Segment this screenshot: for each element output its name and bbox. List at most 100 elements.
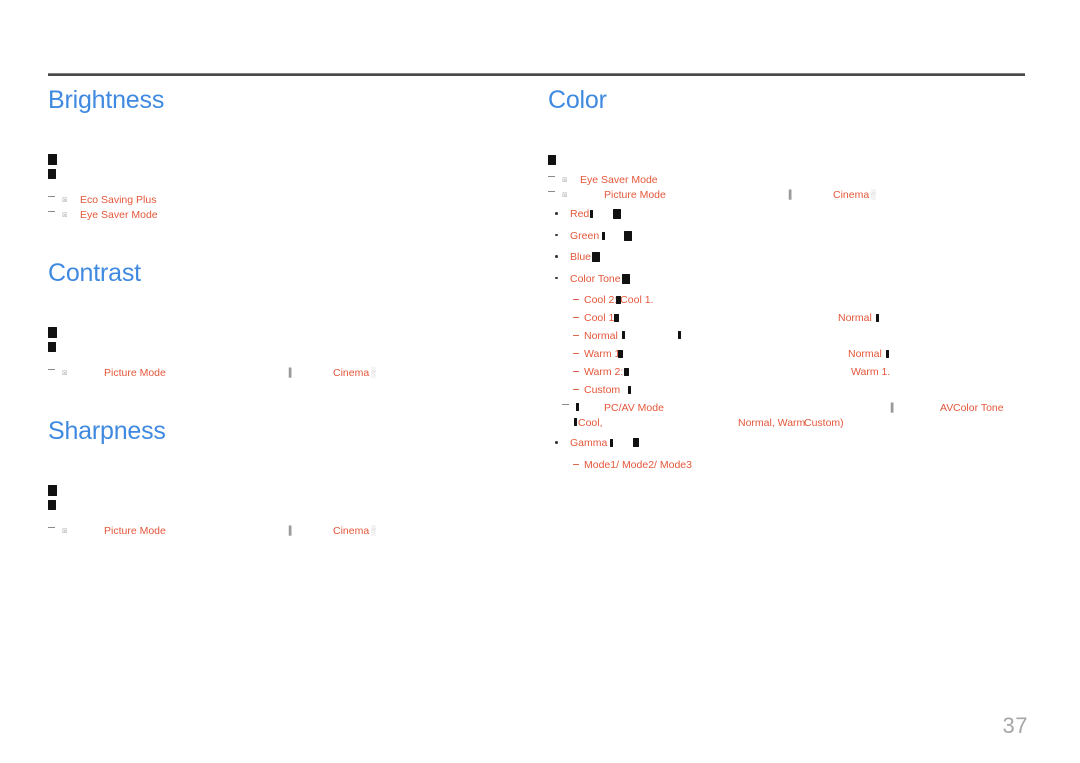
- bullet-icon: [555, 212, 558, 215]
- missing-glyph-icon: [613, 209, 621, 219]
- list-item: ☒ Picture Mode ▐ Cinema ░: [48, 524, 518, 539]
- section-brightness: Brightness ☒ Eco Saving Plus ☒ Eye Saver…: [48, 88, 518, 223]
- dash-icon: [573, 317, 579, 318]
- note-glyph-row: [48, 165, 518, 179]
- inline-glyph-icon: ▐: [286, 526, 292, 536]
- missing-glyph-icon: [48, 327, 57, 339]
- dash-icon: [48, 211, 55, 212]
- dash-icon: [573, 371, 579, 372]
- list-item-label: Picture Mode: [104, 525, 166, 537]
- note-glyph-row: [48, 338, 518, 352]
- list-item: ☒ Picture Mode ▐ Cinema ░: [548, 188, 1018, 207]
- note-glyph-row: [48, 151, 518, 166]
- page-title-brightness: Brightness: [48, 86, 165, 114]
- inline-glyph-icon: ▐: [786, 190, 792, 200]
- list-item: PC/AV Mode ▐ AV Color Tone: [548, 401, 1018, 416]
- dash-icon: [573, 463, 579, 465]
- list-item-label: Normal: [584, 330, 618, 342]
- list-item: Normal: [548, 329, 1018, 347]
- missing-glyph-icon: [633, 438, 639, 447]
- dash-icon: [573, 299, 579, 300]
- inline-value-label: Cool,: [578, 417, 603, 429]
- inline-glyph-icon: ░: [371, 368, 377, 378]
- missing-glyph-icon: [576, 403, 579, 411]
- inline-value-label: Normal, Warm: [738, 417, 806, 429]
- list-item: Mode1/ Mode2/ Mode3: [548, 458, 1018, 476]
- missing-glyph-icon: [48, 341, 56, 352]
- missing-glyph-icon: [616, 296, 621, 304]
- list-item: Warm 2: Warm 1.: [548, 365, 1018, 383]
- missing-glyph-icon: [48, 499, 56, 510]
- missing-glyph-icon: [592, 252, 600, 262]
- section-contrast: Contrast ☒ Picture Mode ▐ Cinema ░: [48, 261, 518, 381]
- missing-glyph-icon: [628, 386, 631, 394]
- note-glyph-row: [48, 496, 518, 510]
- list-item-label: Gamma: [570, 437, 608, 449]
- missing-glyph-icon: [678, 331, 681, 339]
- missing-glyph-icon: [622, 331, 625, 339]
- missing-glyph-icon: [48, 168, 56, 179]
- missing-glyph-icon: [48, 154, 57, 166]
- missing-glyph-icon: [574, 418, 577, 426]
- list-item: Red: [548, 207, 1018, 229]
- missing-glyph-icon: [610, 439, 613, 447]
- inline-glyph-icon: ▐: [888, 403, 894, 413]
- inline-value-label: Cinema: [333, 367, 370, 379]
- missing-glyph-icon: [614, 314, 619, 322]
- checkbox-glyph-icon: ☒: [62, 210, 68, 220]
- list-item: Warm 1 Normal: [548, 347, 1018, 365]
- missing-glyph-icon: [618, 350, 623, 358]
- dash-icon: [548, 176, 555, 177]
- list-item: Blue: [548, 250, 1018, 272]
- inline-value-label: Warm 1.: [851, 366, 891, 378]
- dash-icon: [573, 335, 579, 336]
- missing-glyph-icon: [624, 368, 629, 376]
- list-item-label: Eye Saver Mode: [580, 174, 658, 186]
- dash-icon: [548, 191, 555, 192]
- manual-page: Brightness ☒ Eco Saving Plus ☒ Eye Saver…: [0, 0, 1080, 763]
- list-item-label: Mode1/ Mode2/ Mode3: [584, 458, 692, 471]
- page-number: 37: [1002, 713, 1028, 738]
- list-item-label: Eye Saver Mode: [80, 209, 158, 221]
- list-item: ☒ Eye Saver Mode: [548, 173, 1018, 188]
- inline-value-label: Normal: [848, 348, 882, 360]
- page-title-contrast: Contrast: [48, 259, 141, 287]
- inline-glyph-icon: ░: [871, 190, 877, 200]
- section-color: Color ☒ Eye Saver Mode ☒ Picture Mode ▐ …: [548, 88, 1018, 476]
- dash-icon: [573, 353, 579, 354]
- inline-glyph-icon: ▐: [286, 368, 292, 378]
- inline-value-label: Cinema: [833, 189, 870, 201]
- list-item-label: Picture Mode: [604, 189, 666, 201]
- missing-glyph-icon: [548, 154, 556, 165]
- missing-glyph-icon: [624, 230, 632, 241]
- list-item: ☒ Eye Saver Mode: [48, 208, 518, 223]
- dash-icon: [48, 196, 55, 197]
- list-item-label: Blue: [570, 251, 592, 263]
- list-item: Custom: [548, 383, 1018, 401]
- inline-glyph-icon: ░: [371, 526, 377, 536]
- dash-icon: [562, 404, 569, 405]
- checkbox-glyph-icon: ☒: [62, 195, 68, 205]
- checkbox-glyph-icon: ☒: [62, 526, 68, 536]
- list-item-label: Warm 1: [584, 348, 621, 360]
- missing-glyph-icon: [590, 210, 593, 218]
- dash-icon: [573, 389, 579, 390]
- header-rule: [48, 73, 1025, 76]
- continuation-row: Cool, Normal, Warm Custom): [548, 416, 1018, 436]
- right-column: Color ☒ Eye Saver Mode ☒ Picture Mode ▐ …: [548, 88, 1018, 476]
- inline-value-label: Normal: [838, 312, 872, 324]
- section-sharpness: Sharpness ☒ Picture Mode ▐ Cinema ░: [48, 419, 518, 539]
- missing-glyph-icon: [876, 314, 879, 322]
- missing-glyph-icon: [622, 273, 630, 284]
- list-item-label: Custom: [584, 384, 621, 396]
- bullet-icon: [555, 276, 558, 279]
- list-item: ☒ Picture Mode ▐ Cinema ░: [48, 366, 518, 381]
- inline-value-label: Custom): [804, 417, 844, 429]
- left-column: Brightness ☒ Eco Saving Plus ☒ Eye Saver…: [48, 88, 518, 539]
- list-item-label: Warm 2:: [584, 366, 624, 378]
- missing-glyph-icon: [886, 350, 889, 358]
- list-item: ☒ Eco Saving Plus: [48, 193, 518, 208]
- dash-icon: [48, 527, 55, 528]
- list-item-label: Red: [570, 208, 590, 220]
- list-item-label: Color Tone: [570, 272, 621, 285]
